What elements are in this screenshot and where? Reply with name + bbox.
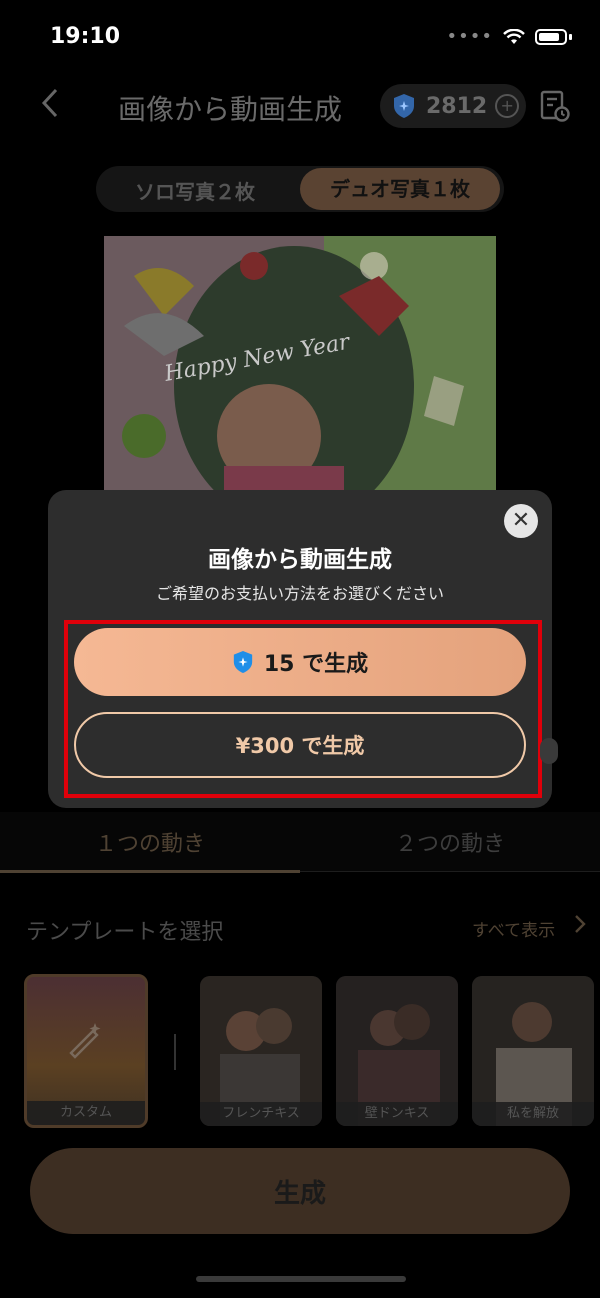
battery-icon [535, 28, 567, 45]
status-time: 19:10 [50, 24, 121, 49]
signal-icon: •••• [446, 26, 493, 47]
template-divider [174, 1034, 176, 1070]
template-card-kabedon-kiss[interactable]: 壁ドンキス [336, 976, 458, 1126]
chevron-left-icon [41, 88, 58, 118]
segment-solo[interactable]: ソロ写真２枚 [110, 176, 280, 205]
new-year-photo: Happy New Year [104, 236, 496, 496]
tab-two-motions[interactable]: ２つの動き [300, 826, 600, 858]
wifi-icon [503, 28, 525, 44]
template-label: 私を解放 [472, 1102, 594, 1126]
active-tab-underline [0, 870, 300, 873]
modal-title: 画像から動画生成 [208, 547, 392, 573]
template-card-release[interactable]: 私を解放 [472, 976, 594, 1126]
template-card-french-kiss[interactable]: フレンチキス [200, 976, 322, 1126]
credit-balance[interactable]: 2812 + [380, 84, 526, 128]
status-icons: •••• [447, 26, 572, 47]
segment-duo-label: デュオ写真１枚 [330, 177, 470, 201]
segment-duo[interactable]: デュオ写真１枚 [300, 168, 500, 210]
close-icon: ✕ [511, 508, 531, 533]
template-section-title: テンプレートを選択 [26, 920, 224, 945]
magic-wand-icon [69, 1023, 101, 1059]
credit-shield-icon [233, 651, 253, 673]
template-label: 壁ドンキス [336, 1102, 458, 1126]
pay-with-credits-button[interactable]: 15 で生成 [74, 628, 526, 696]
pay-with-yen-button[interactable]: ¥300 で生成 [74, 712, 526, 778]
add-credits-icon[interactable]: + [495, 94, 520, 118]
template-label: フレンチキス [200, 1102, 322, 1126]
history-button[interactable] [540, 90, 570, 122]
credit-shield-icon [394, 94, 414, 118]
page-title: 画像から動画生成 [118, 93, 343, 126]
background-toggle [540, 738, 558, 764]
history-icon [540, 90, 570, 122]
close-button[interactable]: ✕ [504, 504, 538, 538]
modal-subtitle: ご希望のお支払い方法をお選びください [155, 584, 444, 603]
credit-option-label: 15 で生成 [263, 652, 369, 677]
back-button[interactable] [40, 86, 80, 126]
template-label: カスタム [27, 1101, 145, 1125]
preview-image: Happy New Year [104, 236, 496, 496]
show-all-link[interactable]: すべて表示 [472, 916, 555, 941]
template-card-custom[interactable]: カスタム [24, 974, 148, 1128]
home-indicator [196, 1276, 406, 1282]
generate-button[interactable]: 生成 [30, 1148, 570, 1234]
tab-one-motion[interactable]: １つの動き [0, 826, 300, 858]
credit-count: 2812 [426, 93, 488, 119]
tab-divider [300, 871, 600, 872]
chevron-right-icon[interactable] [574, 914, 586, 939]
